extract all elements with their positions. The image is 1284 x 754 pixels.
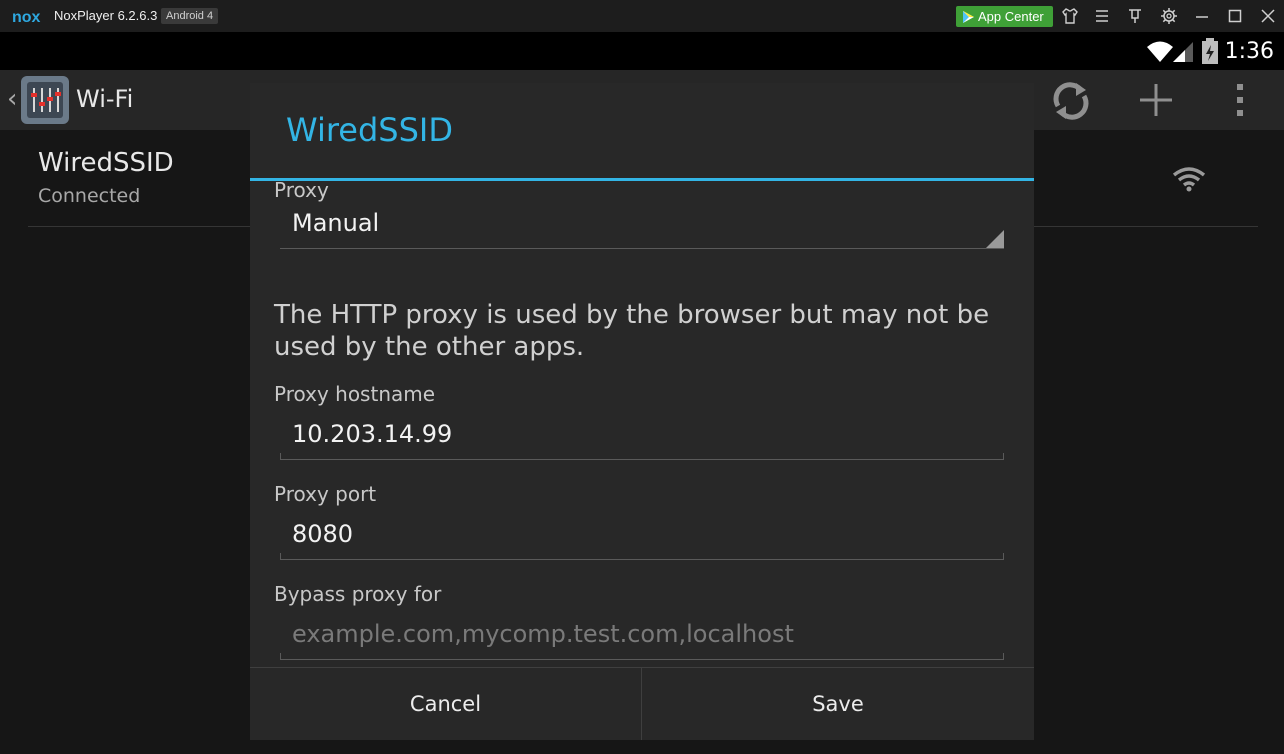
- dialog-button-bar: Cancel Save: [250, 667, 1034, 740]
- wps-refresh-icon[interactable]: [1050, 80, 1092, 122]
- wifi-strength-icon: [1172, 167, 1206, 192]
- back-chevron-icon[interactable]: ‹: [7, 84, 17, 114]
- proxy-spinner-value: Manual: [292, 209, 380, 237]
- settings-app-icon[interactable]: [21, 76, 69, 124]
- wifi-signal-icon: [1147, 41, 1173, 62]
- app-center-label: App Center: [978, 9, 1044, 24]
- proxy-info-text: The HTTP proxy is used by the browser bu…: [274, 300, 990, 362]
- settings-title: Wi-Fi: [76, 85, 134, 113]
- proxy-hostname-label: Proxy hostname: [274, 382, 436, 406]
- bypass-proxy-label: Bypass proxy for: [274, 582, 442, 606]
- proxy-port-field[interactable]: 8080: [280, 510, 1004, 560]
- nox-logo-icon: nox: [12, 9, 41, 25]
- network-dialog: WiredSSID Proxy Manual The HTTP proxy is…: [250, 83, 1034, 740]
- cell-signal-icon: [1173, 42, 1193, 62]
- proxy-hostname-field[interactable]: 10.203.14.99: [280, 410, 1004, 460]
- add-network-icon[interactable]: [1138, 82, 1174, 118]
- network-name[interactable]: WiredSSID: [38, 148, 174, 178]
- svg-text:nox: nox: [12, 9, 41, 25]
- bypass-proxy-field[interactable]: example.com,mycomp.test.com,localhost: [280, 610, 1004, 660]
- proxy-port-label: Proxy port: [274, 482, 377, 506]
- bypass-proxy-placeholder: example.com,mycomp.test.com,localhost: [292, 620, 794, 648]
- close-icon[interactable]: [1259, 7, 1277, 25]
- battery-charging-icon: [1202, 38, 1218, 64]
- gear-icon[interactable]: [1160, 7, 1178, 25]
- proxy-hostname-value: 10.203.14.99: [292, 420, 453, 448]
- minimize-icon[interactable]: [1193, 7, 1211, 25]
- play-store-icon: [963, 11, 974, 23]
- app-center-button[interactable]: App Center: [956, 6, 1053, 27]
- emulator-titlebar: nox NoxPlayer 6.2.6.3 Android 4 App Cent…: [0, 0, 1284, 32]
- menu-icon[interactable]: [1093, 7, 1111, 25]
- dialog-body[interactable]: Proxy Manual The HTTP proxy is used by t…: [250, 181, 1034, 667]
- android-status-bar: 1:36: [0, 32, 1284, 70]
- proxy-port-value: 8080: [292, 520, 354, 548]
- cancel-button[interactable]: Cancel: [250, 668, 641, 740]
- status-clock: 1:36: [1224, 39, 1274, 64]
- dialog-title: WiredSSID: [286, 111, 453, 149]
- proxy-spinner[interactable]: Manual: [280, 195, 1004, 249]
- pin-icon[interactable]: [1126, 7, 1144, 25]
- emulator-app-name: NoxPlayer 6.2.6.3: [54, 8, 158, 23]
- save-button[interactable]: Save: [642, 668, 1034, 740]
- shirt-icon[interactable]: [1061, 7, 1079, 25]
- android-version-badge: Android 4: [161, 8, 219, 24]
- spinner-arrow-icon: [986, 230, 1004, 248]
- maximize-icon[interactable]: [1226, 7, 1244, 25]
- network-status: Connected: [38, 185, 141, 207]
- overflow-menu-icon[interactable]: [1232, 82, 1248, 118]
